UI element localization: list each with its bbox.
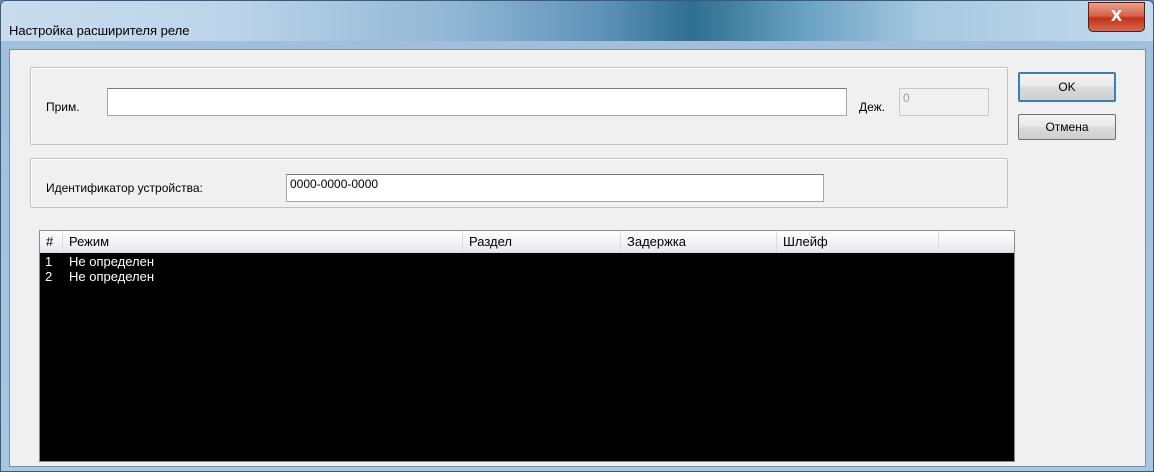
table-row[interactable]: 2 Не определен [40, 269, 1014, 284]
title-bar[interactable]: Настройка расширителя реле X [1, 1, 1153, 41]
dialog-window: Настройка расширителя реле X Прим. Деж. … [0, 0, 1154, 472]
ok-button[interactable]: OK [1018, 72, 1116, 102]
device-id-group: Идентификатор устройства: 0000-0000-0000 [30, 158, 1008, 208]
table-body: 1 Не определен 2 Не определен [40, 254, 1014, 284]
column-header-delay[interactable]: Задержка [621, 231, 777, 253]
column-header-loop[interactable]: Шлейф [777, 231, 939, 253]
table-header: # Режим Раздел Задержка Шлейф [40, 231, 1014, 253]
cell-number: 2 [45, 269, 53, 284]
table-row[interactable]: 1 Не определен [40, 254, 1014, 269]
duty-input[interactable]: 0 [899, 88, 989, 116]
cell-number: 1 [45, 254, 53, 269]
cancel-button[interactable]: Отмена [1018, 114, 1116, 140]
cell-mode: Не определен [69, 269, 155, 284]
relay-table[interactable]: # Режим Раздел Задержка Шлейф 1 Не опред… [39, 230, 1015, 462]
cell-mode: Не определен [69, 254, 155, 269]
device-id-label: Идентификатор устройства: [46, 181, 203, 195]
dialog-client-area: Прим. Деж. 0 Идентификатор устройства: 0… [9, 49, 1146, 467]
note-label: Прим. [46, 100, 80, 114]
note-group: Прим. Деж. 0 [30, 67, 1008, 145]
device-id-input[interactable]: 0000-0000-0000 [286, 174, 824, 202]
column-header-number[interactable]: # [40, 231, 63, 253]
note-input[interactable] [107, 88, 847, 116]
column-header-empty [939, 231, 1014, 253]
close-button[interactable]: X [1088, 2, 1145, 32]
column-header-section[interactable]: Раздел [463, 231, 621, 253]
window-title: Настройка расширителя реле [9, 23, 190, 38]
duty-label: Деж. [859, 100, 886, 114]
column-header-mode[interactable]: Режим [63, 231, 463, 253]
